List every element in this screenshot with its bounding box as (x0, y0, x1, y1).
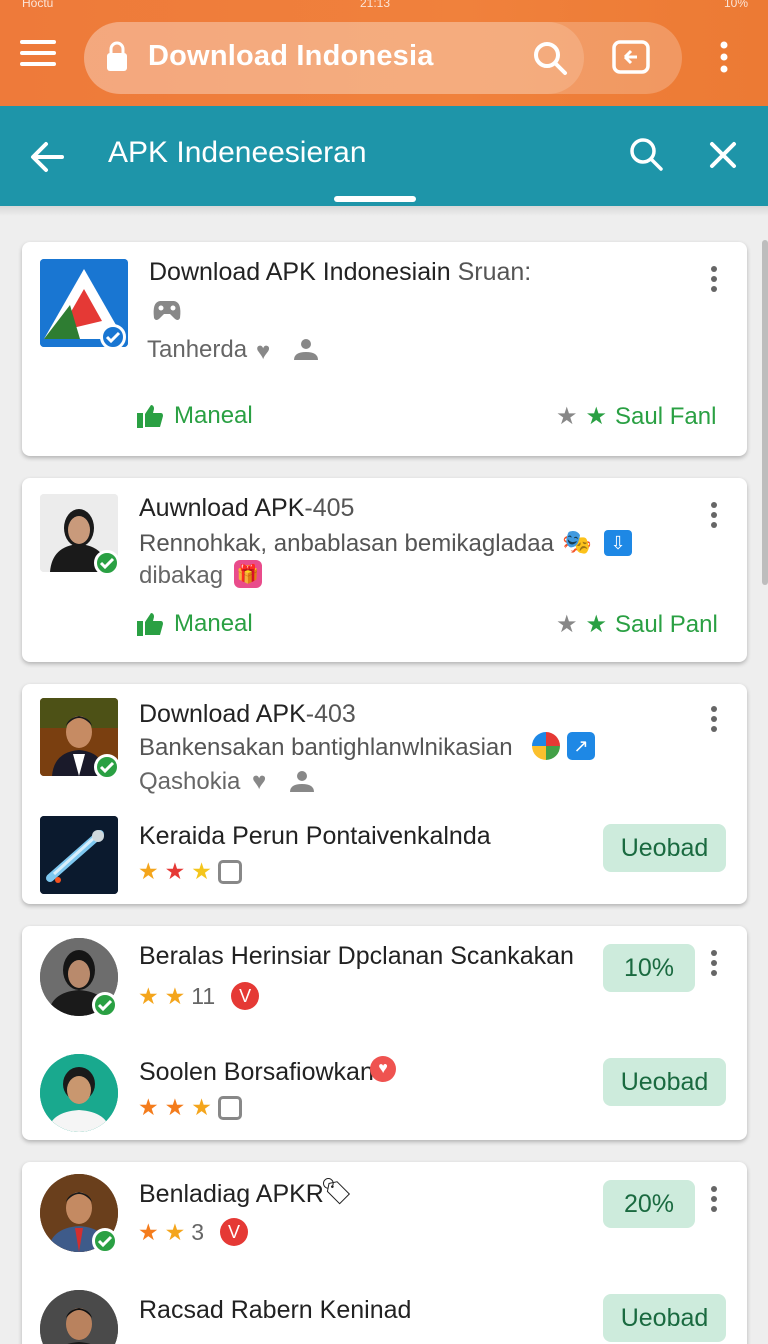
emoji-icon: 🎭 (562, 529, 592, 556)
like-button[interactable]: Maneal (136, 402, 253, 430)
header-shadow (0, 206, 768, 216)
star-icon: ★ (138, 858, 159, 884)
app-card[interactable]: Download APK Indonesiain Sruan: Tanherda… (22, 242, 747, 456)
app-badge-icon (532, 732, 560, 760)
star-icon: ★ (556, 611, 578, 638)
item-title: Keraida Perun Pontaivenkalnda (139, 822, 491, 850)
rating: ★ ★ Saul Fanl (556, 402, 717, 431)
star-icon: ★ (585, 403, 608, 430)
back-arrow-icon[interactable] (26, 136, 68, 178)
app-card[interactable]: Auwnload APK-405 Rennohkak, anbablasan b… (22, 478, 747, 662)
download-button[interactable]: Ueobad (603, 1058, 726, 1106)
app-title: Download APK Indonesiain Sruan: (149, 258, 532, 286)
app-card[interactable]: Beralas Herinsiar Dpclanan Scankakan ★ ★… (22, 926, 747, 1140)
search-icon[interactable] (626, 134, 666, 174)
star-icon: ★ (164, 858, 186, 884)
gift-icon: 🎁 (234, 560, 262, 588)
item-title: Beralas Herinsiar Dpclanan Scankakan (139, 942, 574, 970)
status-bar: Hoctu 21:13 10% (0, 0, 768, 12)
star-icon: ★ (164, 1218, 186, 1245)
star-rating: ★ ★ 3 V (138, 1218, 249, 1246)
tabs-icon[interactable] (612, 40, 650, 74)
more-options-icon[interactable] (709, 502, 719, 532)
app-badge-icon: ⇩ (604, 530, 632, 556)
verified-icon (92, 1228, 118, 1254)
like-button[interactable]: Maneal (136, 610, 253, 638)
star-icon: ★ (138, 982, 159, 1009)
star-icon: ★ (138, 1218, 159, 1245)
star-icon: ★ (191, 1094, 212, 1120)
user-icon (294, 339, 318, 360)
overflow-menu-icon[interactable] (716, 40, 732, 74)
star-icon: ★ (164, 1094, 186, 1120)
star-rating: ★ ★ 11 V (138, 982, 260, 1010)
star-icon: ★ (585, 611, 608, 638)
scrollbar[interactable] (762, 240, 768, 585)
url-text[interactable]: Download Indonesia (148, 40, 434, 73)
thumbs-up-icon (137, 405, 163, 428)
menu-icon[interactable] (20, 40, 56, 68)
carrier-text: Hoctu (22, 0, 54, 10)
page-header: APK Indeneesieran (0, 106, 768, 206)
avatar (40, 1054, 118, 1132)
thumbs-up-icon (137, 613, 163, 636)
more-options-icon[interactable] (709, 950, 719, 980)
more-options-icon[interactable] (709, 706, 719, 736)
item-title: Racsad Rabern Keninad (139, 1296, 412, 1324)
lock-icon (107, 41, 127, 71)
star-icon: ★ (164, 982, 186, 1009)
verified-icon (100, 324, 126, 350)
page-title: APK Indeneesieran (108, 136, 367, 169)
app-card[interactable]: Download APK-403 Bankensakan bantighlanw… (22, 684, 747, 904)
gamepad-icon (153, 301, 181, 320)
heart-icon: ♥ (256, 338, 271, 365)
star-rating: ★ ★ ★ (138, 1094, 242, 1121)
app-thumbnail (40, 816, 118, 894)
search-icon[interactable] (530, 38, 570, 78)
app-meta: Qashokia (139, 768, 241, 795)
star-icon: ★ (138, 1094, 159, 1120)
badge-icon (217, 859, 242, 884)
item-title: Soolen Borsafiowkan (139, 1058, 374, 1086)
rating: ★ ★ Saul Panl (556, 610, 718, 639)
rating-count: 11 (191, 982, 216, 1009)
shield-icon: V (220, 1218, 249, 1246)
browser-toolbar: Hoctu 21:13 10% Download Indonesia (0, 0, 768, 106)
heart-icon: ♥ (252, 768, 267, 795)
verified-icon (94, 550, 120, 576)
progress-badge[interactable]: 20% (603, 1180, 695, 1228)
battery-text: 10% (723, 0, 748, 10)
star-icon: ★ (191, 858, 212, 884)
user-icon (290, 771, 314, 792)
app-meta: Tanherda (147, 336, 248, 363)
heart-badge-icon: ♥ (370, 1056, 396, 1082)
progress-badge[interactable]: 10% (603, 944, 695, 992)
more-options-icon[interactable] (709, 1186, 719, 1216)
emoji-icon: 🏷 (320, 1176, 354, 1206)
close-icon[interactable] (704, 136, 742, 174)
rating-count: 3 (191, 1218, 205, 1245)
app-description: Bankensakan bantighlanwlnikasian (139, 734, 513, 761)
app-meta: dibakag (139, 562, 224, 589)
app-title: Download APK-403 (139, 700, 356, 728)
avatar (40, 1290, 118, 1344)
app-description: Rennohkak, anbablasan bemikagladaa (139, 530, 554, 557)
item-title: Benladiag APKR (139, 1180, 324, 1208)
verified-icon (94, 754, 120, 780)
download-button[interactable]: Ueobad (603, 1294, 726, 1342)
verified-icon (92, 992, 118, 1018)
share-icon: ↗ (567, 732, 595, 760)
shield-icon: V (231, 982, 260, 1010)
badge-icon (217, 1095, 242, 1120)
download-button[interactable]: Ueobad (603, 824, 726, 872)
app-title: Auwnload APK-405 (139, 494, 355, 522)
tab-indicator (334, 196, 416, 202)
clock-text: 21:13 (360, 0, 391, 10)
app-card[interactable]: Benladiag APKR 🏷 ★ ★ 3 V 20% Racsad Rabe… (22, 1162, 747, 1344)
more-options-icon[interactable] (709, 266, 719, 296)
star-rating: ★ ★ ★ (138, 858, 242, 885)
star-icon: ★ (556, 403, 578, 430)
